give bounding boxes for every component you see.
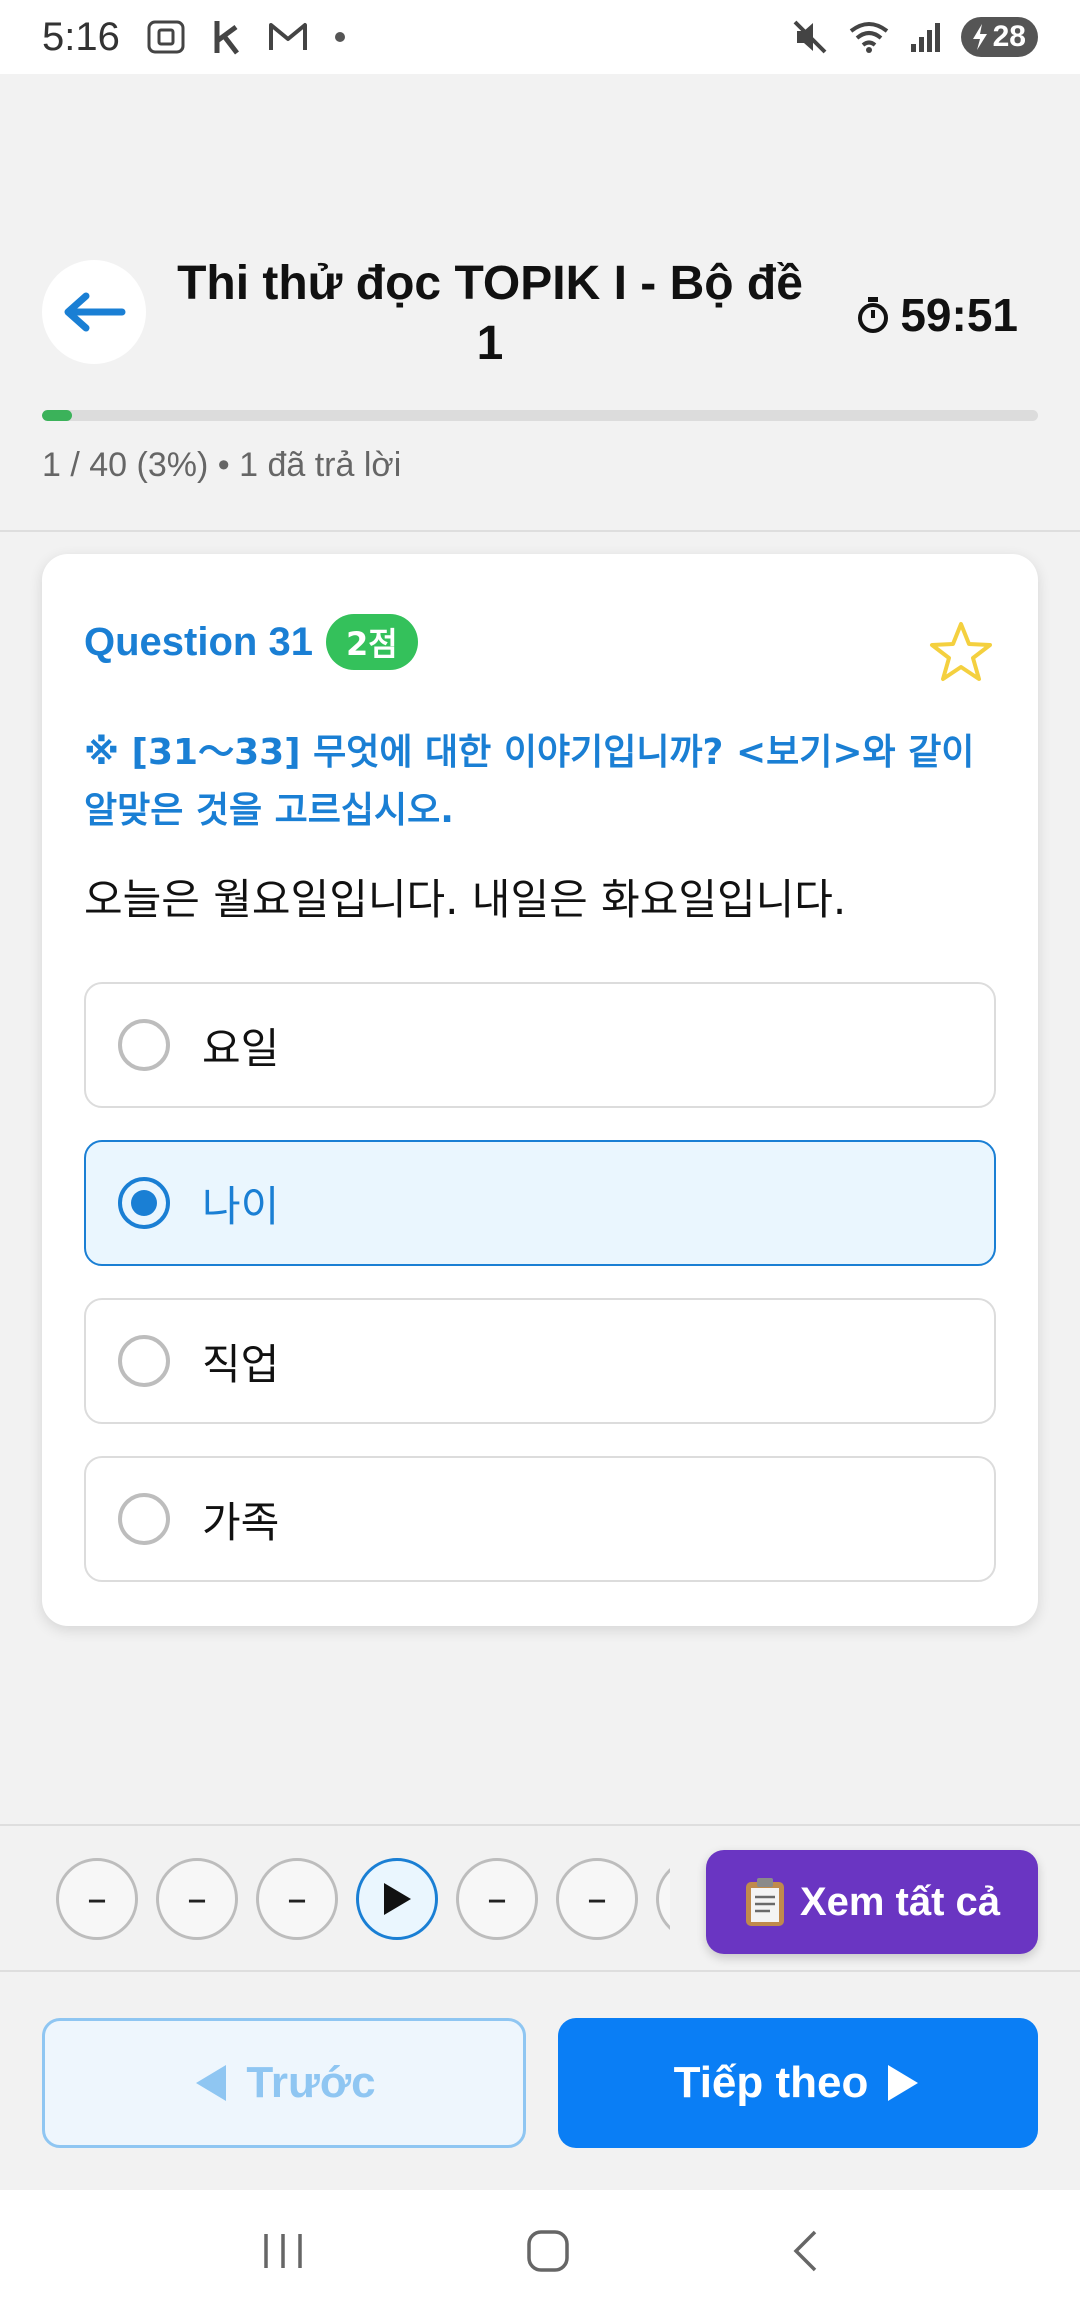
signal-icon bbox=[909, 20, 943, 54]
option-label: 요일 bbox=[202, 1023, 280, 1073]
recent-apps-button[interactable] bbox=[260, 2230, 306, 2276]
footer: Trước Tiếp theo bbox=[0, 1972, 1080, 2190]
option-4[interactable]: 가족 bbox=[84, 1456, 996, 1582]
battery-indicator: 28 bbox=[960, 17, 1038, 57]
points-badge: 2점 bbox=[326, 614, 418, 670]
question-nav-item[interactable]: – bbox=[256, 1858, 338, 1940]
question-nav-item[interactable]: – bbox=[156, 1858, 238, 1940]
question-nav-item[interactable]: – bbox=[456, 1858, 538, 1940]
chevron-left-icon bbox=[793, 2230, 817, 2272]
radio-unchecked-icon bbox=[118, 1019, 170, 1071]
clipboard-icon bbox=[745, 1878, 784, 1926]
gmail-icon bbox=[268, 21, 308, 53]
star-icon bbox=[930, 622, 992, 681]
option-label: 가족 bbox=[202, 1497, 280, 1547]
progress-bar bbox=[42, 410, 1038, 421]
stopwatch-icon bbox=[858, 297, 889, 333]
mute-icon bbox=[791, 18, 829, 56]
wifi-icon bbox=[847, 19, 891, 55]
status-bar: 5:16 28 bbox=[0, 0, 1080, 74]
bookmark-star-button[interactable] bbox=[928, 620, 994, 688]
question-nav-item[interactable]: – bbox=[556, 1858, 638, 1940]
option-3[interactable]: 직업 bbox=[84, 1298, 996, 1424]
option-2[interactable]: 나이 bbox=[84, 1140, 996, 1266]
notification-dot-icon bbox=[334, 31, 346, 43]
option-label: 직업 bbox=[202, 1339, 280, 1389]
timer-value: 59:51 bbox=[900, 289, 1018, 341]
previous-label: Trước bbox=[246, 2058, 376, 2107]
question-text: 오늘은 월요일입니다. 내일은 화요일입니다. bbox=[84, 875, 847, 924]
next-label: Tiếp theo bbox=[673, 2058, 869, 2107]
question-instruction: ※ [31～33] 무엇에 대한 이야기입니까? <보기>와 같이 알맞은 것을… bbox=[84, 732, 975, 831]
question-navigator: – – – – – Xem tất cả bbox=[0, 1824, 1080, 1972]
triangle-right-icon bbox=[888, 2065, 919, 2101]
question-nav-item[interactable]: – bbox=[56, 1858, 138, 1940]
charging-bolt-icon bbox=[972, 24, 987, 50]
question-nav-item-current[interactable] bbox=[356, 1858, 438, 1940]
k-app-icon bbox=[212, 19, 242, 55]
status-time: 5:16 bbox=[42, 14, 120, 59]
option-1[interactable]: 요일 bbox=[84, 982, 996, 1108]
recent-apps-icon bbox=[263, 2234, 302, 2268]
arrow-left-icon bbox=[64, 292, 126, 332]
progress-fill bbox=[42, 410, 72, 421]
question-nav-item[interactable] bbox=[656, 1858, 670, 1940]
radio-checked-icon bbox=[118, 1177, 170, 1229]
quiz-header: Thi thử đọc TOPIK I - Bộ đề 1 59:51 1 / … bbox=[0, 74, 1080, 532]
option-label: 나이 bbox=[202, 1181, 280, 1231]
play-icon bbox=[384, 1883, 411, 1915]
back-button[interactable] bbox=[42, 260, 146, 364]
system-navigation-bar bbox=[0, 2190, 1080, 2316]
home-icon bbox=[527, 2230, 569, 2272]
question-number: Question 31 bbox=[84, 620, 313, 664]
question-nav-scroll[interactable]: – – – – – bbox=[56, 1858, 670, 1944]
home-button[interactable] bbox=[525, 2228, 571, 2278]
radio-unchecked-icon bbox=[118, 1493, 170, 1545]
triangle-left-icon bbox=[196, 2065, 227, 2101]
system-back-button[interactable] bbox=[790, 2228, 820, 2278]
progress-text: 1 / 40 (3%) • 1 đã trả lời bbox=[42, 446, 402, 484]
screenshot-icon bbox=[146, 19, 186, 55]
page-title: Thi thử đọc TOPIK I - Bộ đề 1 bbox=[177, 257, 803, 370]
timer: 59:51 bbox=[856, 288, 1018, 342]
view-all-button[interactable]: Xem tất cả bbox=[706, 1850, 1038, 1954]
radio-unchecked-icon bbox=[118, 1335, 170, 1387]
next-button[interactable]: Tiếp theo bbox=[558, 2018, 1038, 2148]
question-card: Question 31 2점 ※ [31～33] 무엇에 대한 이야기입니까? … bbox=[42, 554, 1038, 1626]
view-all-label: Xem tất cả bbox=[799, 1879, 1001, 1924]
battery-level: 28 bbox=[992, 20, 1026, 53]
previous-button[interactable]: Trước bbox=[42, 2018, 526, 2148]
